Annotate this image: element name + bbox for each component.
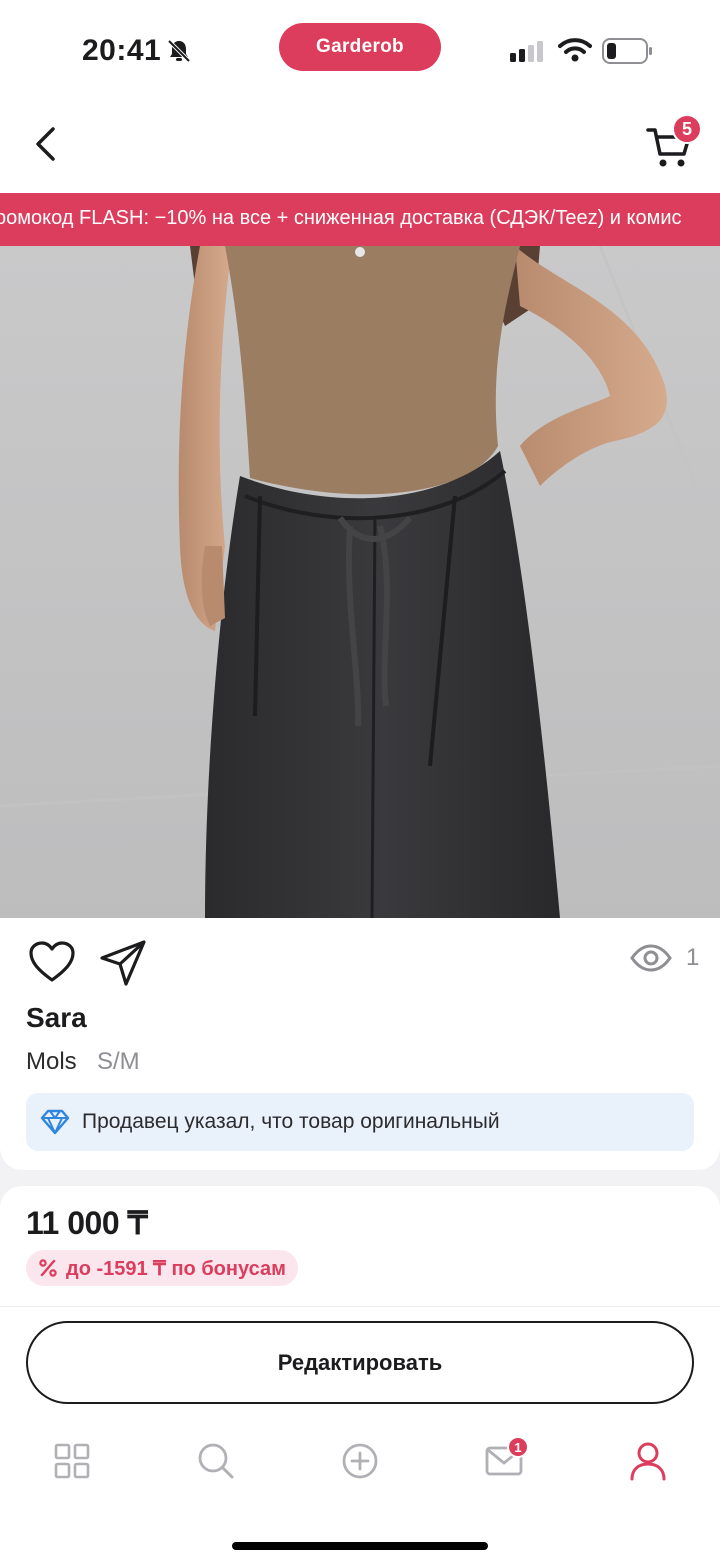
messages-badge: 1 (507, 1436, 529, 1458)
cellular-signal-icon (510, 40, 546, 67)
original-notice-text: Продавец указал, что товар оригинальный (82, 1110, 500, 1133)
grid-icon (54, 1443, 90, 1479)
product-title: Sara (26, 1002, 87, 1033)
wifi-icon (558, 37, 592, 68)
original-notice: Продавец указал, что товар оригинальный (26, 1093, 694, 1151)
price-card: 11 000 ₸ до -1591 ₸ по бонусам (0, 1186, 720, 1306)
bonus-text: до -1591 ₸ по бонусам (66, 1257, 286, 1280)
views-counter: 1 (630, 944, 699, 972)
percent-icon (39, 1259, 57, 1277)
favorite-button[interactable] (28, 940, 76, 984)
product-price: 11 000 ₸ (26, 1205, 148, 1241)
diamond-icon (40, 1109, 70, 1135)
cart-count-badge: 5 (672, 114, 702, 144)
product-brand[interactable]: Mols (26, 1048, 77, 1076)
edit-button[interactable]: Редактировать (26, 1321, 694, 1404)
promo-banner-text: ромокод FLASH: −10% на все + сниженная д… (0, 207, 682, 229)
bonus-badge[interactable]: до -1591 ₸ по бонусам (26, 1250, 298, 1286)
chevron-left-icon (36, 127, 55, 161)
back-button[interactable] (24, 122, 68, 166)
status-bar: 20:41 Garderob (0, 0, 720, 96)
app-title-pill[interactable]: Garderob (279, 23, 441, 71)
tab-add[interactable] (340, 1441, 380, 1481)
tab-search[interactable] (196, 1441, 236, 1481)
share-button[interactable] (98, 938, 148, 988)
heart-icon (29, 941, 75, 982)
product-size: S/M (97, 1048, 140, 1075)
product-photo[interactable] (0, 246, 720, 918)
bell-off-icon (166, 38, 192, 69)
bottom-panel: Редактировать (0, 1306, 720, 1564)
status-time: 20:41 (82, 34, 162, 67)
views-count: 1 (686, 944, 700, 971)
tab-catalog[interactable] (52, 1441, 92, 1481)
top-navigation (0, 96, 720, 193)
product-info-card: 1 Sara Mols S/M Продавец указал, что тов… (0, 918, 720, 1170)
home-indicator[interactable] (232, 1542, 488, 1550)
eye-icon (630, 944, 672, 972)
add-circle-icon (342, 1443, 378, 1479)
paper-plane-icon (100, 940, 146, 986)
product-page: 20:41 Garderob 5 ромокод FLASH: −10% на … (0, 0, 720, 1564)
profile-icon (630, 1442, 666, 1481)
battery-icon (602, 38, 654, 69)
tab-profile[interactable] (628, 1441, 668, 1481)
search-icon (198, 1443, 234, 1479)
promo-banner[interactable]: ромокод FLASH: −10% на все + сниженная д… (0, 193, 720, 246)
